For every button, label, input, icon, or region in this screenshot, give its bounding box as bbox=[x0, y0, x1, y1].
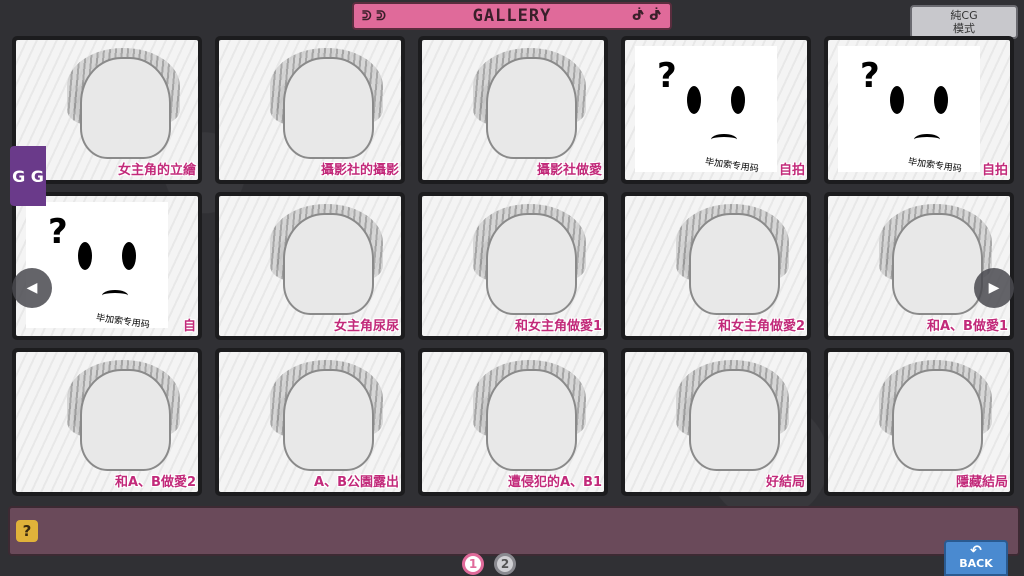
thumbnail-caption: 好結局 bbox=[765, 475, 805, 490]
gallery-thumbnail[interactable]: 好結局 bbox=[621, 348, 811, 496]
thumbnail-image: ? 毕加索专用码 自 bbox=[16, 196, 198, 336]
thumbnail-image: 和A、B做愛2 bbox=[16, 352, 198, 492]
placeholder-face-icon: ? 毕加索专用码 bbox=[635, 46, 777, 175]
placeholder-watermark: 毕加索专用码 bbox=[704, 157, 760, 175]
prev-page-arrow-icon[interactable]: ◀ bbox=[12, 268, 52, 308]
question-mark-icon: ? bbox=[48, 212, 68, 252]
header-ornament-right-icon: ᕸ ᕸ bbox=[632, 9, 662, 24]
back-button-label: BACK bbox=[959, 557, 993, 570]
thumbnail-image: ? 毕加索专用码 自拍 bbox=[828, 40, 1010, 180]
thumbnail-caption: 女主角的立繪 bbox=[117, 163, 196, 178]
placeholder-face-icon: ? 毕加索专用码 bbox=[26, 202, 168, 331]
thumbnail-caption: 自 bbox=[182, 319, 196, 334]
cg-mode-label-1: 純CG bbox=[950, 9, 978, 22]
gallery-thumbnail[interactable]: ? 毕加索专用码 自拍 bbox=[621, 36, 811, 184]
page-button-1[interactable]: 1 bbox=[462, 553, 484, 575]
thumbnail-caption: 女主角尿尿 bbox=[333, 319, 399, 334]
thumbnail-caption: A、B公園露出 bbox=[314, 475, 399, 490]
cg-mode-label-2: 模式 bbox=[953, 22, 975, 35]
thumbnail-caption: 和A、B做愛2 bbox=[114, 475, 196, 490]
back-button[interactable]: ↶ BACK bbox=[944, 540, 1008, 576]
thumbnail-image: 和女主角做愛2 bbox=[625, 196, 807, 336]
placeholder-watermark: 毕加索专用码 bbox=[907, 157, 963, 175]
thumbnail-image: 隱藏結局 bbox=[828, 352, 1010, 492]
thumbnail-image: A、B公園露出 bbox=[219, 352, 401, 492]
gallery-thumbnail[interactable]: ? 毕加索专用码 自拍 bbox=[824, 36, 1014, 184]
thumbnail-caption: 和女主角做愛1 bbox=[514, 319, 602, 334]
help-icon[interactable]: ? bbox=[16, 520, 38, 542]
question-mark-icon: ? bbox=[657, 56, 677, 96]
thumbnail-image: 攝影社做愛 bbox=[422, 40, 604, 180]
gallery-thumbnail[interactable]: 和女主角做愛1 bbox=[418, 192, 608, 340]
placeholder-watermark: 毕加索专用码 bbox=[95, 313, 151, 331]
thumbnail-image: 好結局 bbox=[625, 352, 807, 492]
cg-mode-button[interactable]: 純CG 模式 bbox=[910, 5, 1018, 39]
gallery-thumbnail[interactable]: 和女主角做愛2 bbox=[621, 192, 811, 340]
page-button-2[interactable]: 2 bbox=[494, 553, 516, 575]
undo-arrow-icon: ↶ bbox=[970, 543, 982, 559]
placeholder-face-icon: ? 毕加索专用码 bbox=[838, 46, 980, 175]
gallery-thumbnail[interactable]: 攝影社的攝影 bbox=[215, 36, 405, 184]
thumbnail-caption: 和女主角做愛2 bbox=[717, 319, 805, 334]
gallery-thumbnail[interactable]: 攝影社做愛 bbox=[418, 36, 608, 184]
page-title: GALLERY bbox=[472, 6, 552, 26]
thumbnail-image: 攝影社的攝影 bbox=[219, 40, 401, 180]
gallery-header: ᕲ ᕲ GALLERY ᕸ ᕸ bbox=[352, 2, 672, 30]
gallery-thumbnail[interactable]: A、B公園露出 bbox=[215, 348, 405, 496]
thumbnail-image: ? 毕加索专用码 自拍 bbox=[625, 40, 807, 180]
gallery-thumbnail[interactable]: 隱藏結局 bbox=[824, 348, 1014, 496]
thumbnail-image: 和A、B做愛1 bbox=[828, 196, 1010, 336]
thumbnail-caption: 遭侵犯的A、B1 bbox=[507, 475, 602, 490]
thumbnail-image: 遭侵犯的A、B1 bbox=[422, 352, 604, 492]
gallery-thumbnail[interactable]: 和A、B做愛2 bbox=[12, 348, 202, 496]
question-mark-icon: ? bbox=[860, 56, 880, 96]
thumbnail-caption: 自拍 bbox=[778, 163, 805, 178]
side-g-tab[interactable]: G G bbox=[10, 146, 46, 206]
gallery-thumbnail[interactable]: 和A、B做愛1 bbox=[824, 192, 1014, 340]
next-page-arrow-icon[interactable]: ▶ bbox=[974, 268, 1014, 308]
thumbnail-caption: 隱藏結局 bbox=[955, 475, 1008, 490]
gallery-thumbnail[interactable]: ? 毕加索专用码 自 bbox=[12, 192, 202, 340]
thumbnail-caption: 和A、B做愛1 bbox=[926, 319, 1008, 334]
thumbnail-caption: 自拍 bbox=[981, 163, 1008, 178]
gallery-grid: 女主角的立繪 攝影社的攝影 攝影社做愛? 毕加索专用码 自拍? 毕加索专用码 自拍? 毕加索专… bbox=[12, 36, 1020, 496]
gallery-thumbnail[interactable]: 女主角尿尿 bbox=[215, 192, 405, 340]
thumbnail-image: 女主角尿尿 bbox=[219, 196, 401, 336]
thumbnail-caption: 攝影社的攝影 bbox=[320, 163, 399, 178]
pager: 1 2 bbox=[462, 553, 516, 575]
gallery-thumbnail[interactable]: 遭侵犯的A、B1 bbox=[418, 348, 608, 496]
description-panel: ? bbox=[8, 506, 1020, 556]
thumbnail-image: 和女主角做愛1 bbox=[422, 196, 604, 336]
thumbnail-caption: 攝影社做愛 bbox=[536, 163, 602, 178]
header-ornament-left-icon: ᕲ ᕲ bbox=[362, 9, 386, 24]
